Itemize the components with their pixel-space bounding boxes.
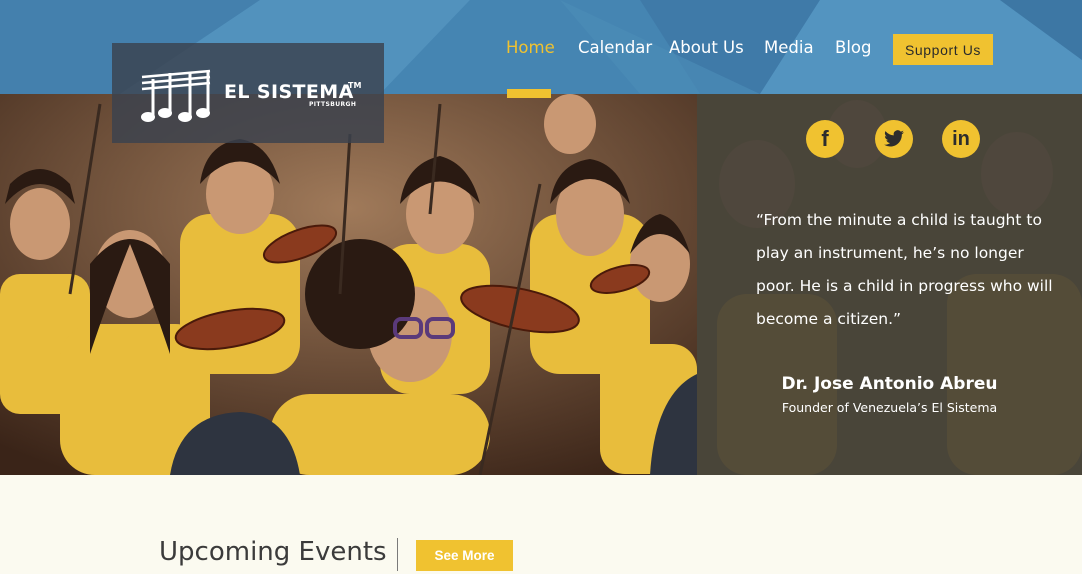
music-notes-icon — [141, 69, 211, 122]
nav-active-indicator — [507, 89, 551, 98]
support-us-button[interactable]: Support Us — [893, 34, 993, 65]
nav-home[interactable]: Home — [506, 38, 555, 57]
upcoming-events-heading: Upcoming Events — [159, 537, 387, 567]
site-logo[interactable]: EL SISTEMA TM PITTSBURGH — [112, 43, 384, 143]
twitter-bird-icon — [884, 130, 904, 147]
quote-author-role: Founder of Venezuela’s El Sistema — [781, 400, 998, 415]
nav-about-us[interactable]: About Us — [669, 38, 744, 57]
logo-wordmark: EL SISTEMA — [224, 81, 354, 103]
see-more-button[interactable]: See More — [416, 540, 513, 571]
quote-panel: f in “From the minute a child is taught … — [697, 94, 1082, 475]
nav-blog[interactable]: Blog — [835, 38, 871, 57]
facebook-glyph: f — [821, 126, 829, 151]
logo-location: PITTSBURGH — [309, 101, 357, 108]
twitter-icon[interactable] — [875, 120, 913, 158]
quote-text: “From the minute a child is taught to pl… — [756, 211, 1053, 328]
quote-author: Dr. Jose Antonio Abreu — [781, 374, 998, 394]
hero-photo — [0, 94, 697, 475]
facebook-icon[interactable]: f — [806, 120, 844, 158]
linkedin-glyph: in — [952, 127, 970, 150]
nav-media[interactable]: Media — [764, 38, 814, 57]
logo-trademark: TM — [348, 81, 362, 90]
children-violin-photo-icon — [0, 94, 697, 475]
events-divider — [397, 538, 398, 571]
nav-calendar[interactable]: Calendar — [578, 38, 652, 57]
linkedin-icon[interactable]: in — [942, 120, 980, 158]
